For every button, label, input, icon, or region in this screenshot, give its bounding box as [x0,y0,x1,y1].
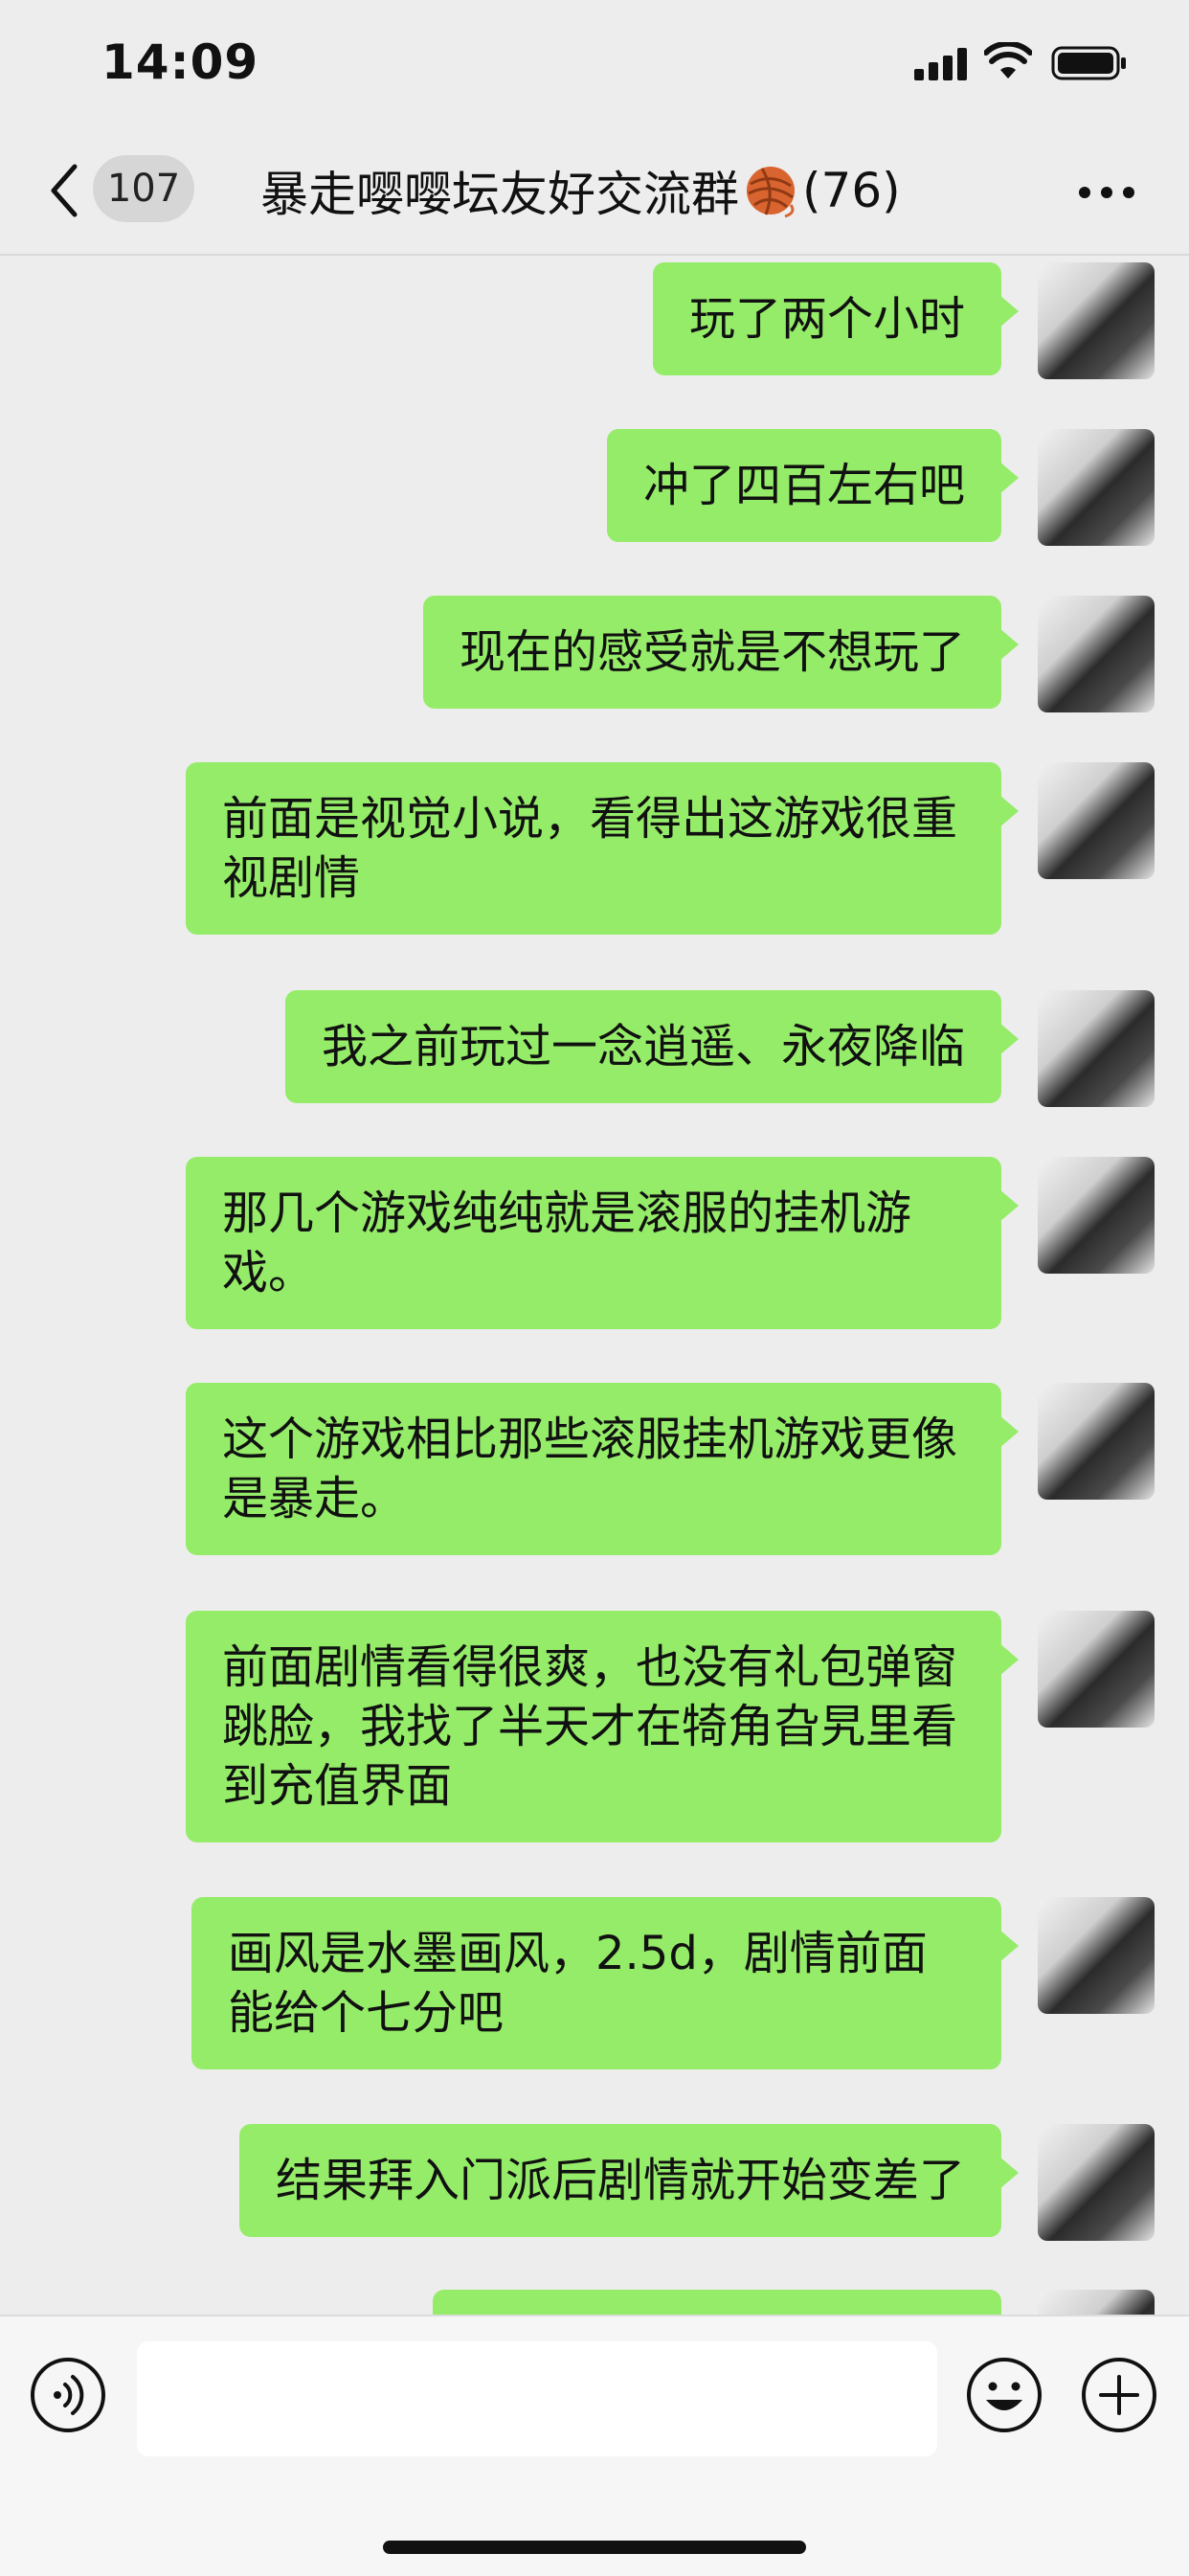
avatar[interactable] [1038,1383,1155,1500]
input-bar [0,2315,1189,2576]
chat-title[interactable]: 暴走嘤嘤坛友好交流群 (76) [260,157,901,224]
yarn-ball-icon [747,167,795,218]
message-bubble[interactable]: 我之前玩过一念逍遥、永夜降临 [284,990,1020,1103]
group-name: 暴走嘤嘤坛友好交流群 [260,167,739,222]
battery-icon [1051,46,1126,80]
member-count: (76) [802,163,901,218]
avatar[interactable] [1038,762,1155,879]
avatar[interactable] [1038,429,1155,546]
message-bubble[interactable]: 现在的感受就是不想玩了 [422,596,1020,709]
avatar[interactable] [1038,990,1155,1107]
chevron-left-icon[interactable] [42,157,90,224]
message-bubble[interactable]: 前面剧情看得很爽，也没有礼包弹窗跳脸，我找了半天才在犄角旮旯里看到充值界面 [186,1611,1019,1842]
message-bubble[interactable]: 那几个游戏纯纯就是滚服的挂机游戏。 [186,1157,1019,1329]
status-time: 14:09 [101,34,259,90]
message-bubble[interactable]: 这个游戏相比那些滚服挂机游戏更像是暴走。 [186,1383,1019,1555]
avatar[interactable] [1038,1157,1155,1274]
message-input[interactable] [137,2341,937,2456]
message-bubble[interactable]: 画风是水墨画风，2.5d，剧情前面能给个七分吧 [191,1897,1019,2069]
wifi-icon [984,42,1032,79]
home-indicator[interactable] [383,2541,806,2554]
avatar[interactable] [1038,2290,1155,2315]
plus-icon[interactable] [1080,2356,1158,2434]
message-bubble[interactable]: 玩了两个小时 [652,262,1020,375]
message-bubble[interactable]: 前面是视觉小说，看得出这游戏很重视剧情 [186,762,1019,935]
avatar[interactable] [1038,262,1155,379]
avatar[interactable] [1038,596,1155,712]
unread-count-badge[interactable]: 107 [93,155,194,222]
message-bubble[interactable]: 冲了四百左右吧 [606,429,1020,542]
avatar[interactable] [1038,1897,1155,2014]
message-list[interactable]: 玩了两个小时 冲了四百左右吧 现在的感受就是不想玩了 前面是视觉小说，看得出这游… [0,256,1189,2315]
signal-icon [914,48,967,80]
emoji-icon[interactable] [965,2356,1043,2434]
message-bubble[interactable] [433,2290,1001,2315]
status-bar: 14:09 [0,0,1189,134]
more-dots-icon[interactable] [1078,186,1135,199]
avatar[interactable] [1038,2124,1155,2241]
message-bubble[interactable]: 结果拜入门派后剧情就开始变差了 [238,2124,1020,2237]
voice-icon[interactable] [29,2356,107,2434]
chat-header: 107 暴走嘤嘤坛友好交流群 (76) [0,134,1189,256]
avatar[interactable] [1038,1611,1155,1728]
